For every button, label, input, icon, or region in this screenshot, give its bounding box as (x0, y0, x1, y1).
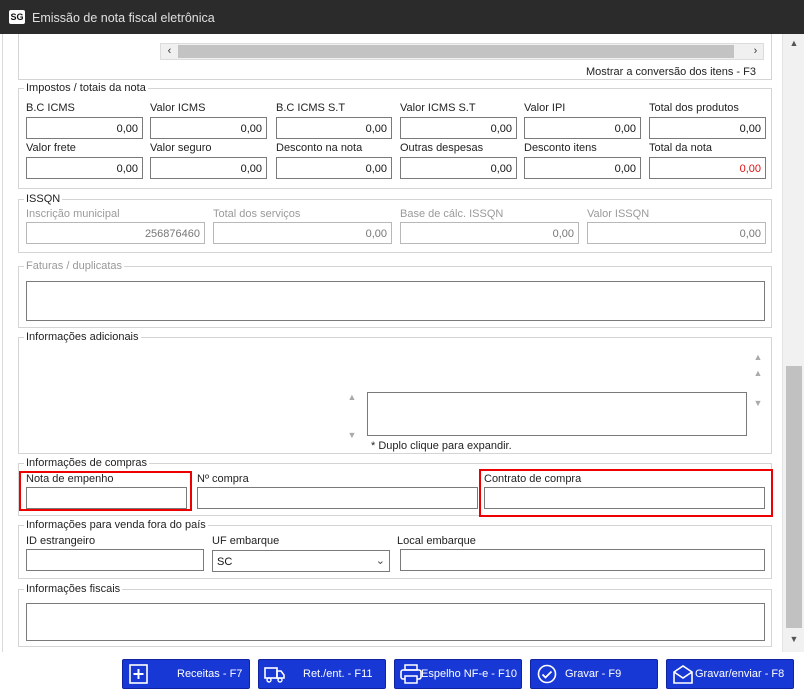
contrato-label: Contrato de compra (484, 473, 582, 485)
numero-compra-field[interactable] (197, 487, 478, 509)
check-circle-icon (537, 664, 557, 684)
issqn-legend: ISSQN (24, 193, 63, 205)
valor-issqn-field[interactable]: 0,00 (587, 222, 766, 244)
items-horizontal-scrollbar[interactable]: ‹ › (160, 43, 764, 60)
scroll-thumb[interactable] (786, 366, 802, 628)
espelho-button[interactable]: Espelho NF-e - F10 (394, 659, 522, 689)
nota-empenho-field[interactable] (26, 487, 187, 509)
bc-icms-st-label: B.C ICMS S.T (276, 102, 346, 114)
truck-icon (264, 667, 285, 683)
total-produtos-label: Total dos produtos (649, 102, 739, 114)
total-servicos-field[interactable]: 0,00 (213, 222, 392, 244)
contrato-field[interactable] (484, 487, 765, 509)
valor-seguro-label: Valor seguro (150, 142, 212, 154)
impostos-legend: Impostos / totais da nota (24, 82, 148, 94)
desconto-itens-label: Desconto itens (524, 142, 597, 154)
scroll-down-icon[interactable]: ▼ (750, 398, 766, 408)
printer-icon (400, 664, 422, 684)
gravar-enviar-button[interactable]: Gravar/enviar - F8 (666, 659, 794, 689)
valor-issqn-label: Valor ISSQN (587, 208, 650, 220)
scroll-down-icon[interactable]: ▼ (786, 632, 802, 646)
desconto-itens-field[interactable]: 0,00 (524, 157, 641, 179)
scroll-up-icon[interactable]: ▲ (344, 392, 360, 402)
gravar-button[interactable]: Gravar - F9 (530, 659, 658, 689)
receitas-label: Receitas - F7 (177, 668, 243, 680)
scroll-left-icon[interactable]: ‹ (162, 44, 177, 59)
valor-ipi-label: Valor IPI (524, 102, 566, 114)
valor-icms-label: Valor ICMS (150, 102, 206, 114)
total-produtos-field[interactable]: 0,00 (649, 117, 766, 139)
valor-icms-st-field[interactable]: 0,00 (400, 117, 517, 139)
compras-legend: Informações de compras (24, 457, 150, 469)
outras-despesas-label: Outras despesas (400, 142, 484, 154)
medical-plus-icon (129, 664, 148, 684)
app-logo: SG (9, 10, 25, 24)
fiscais-legend: Informações fiscais (24, 583, 123, 595)
numero-compra-label: Nº compra (197, 473, 249, 485)
gravar-label: Gravar - F9 (565, 668, 622, 680)
bc-icms-field[interactable]: 0,00 (26, 117, 143, 139)
exterior-legend: Informações para venda fora do país (24, 519, 208, 531)
bc-icms-st-field[interactable]: 0,00 (276, 117, 392, 139)
local-embarque-label: Local embarque (397, 535, 476, 547)
scroll-right-icon[interactable]: › (748, 44, 763, 59)
inscricao-municipal-label: Inscrição municipal (26, 208, 120, 220)
faturas-list[interactable] (26, 281, 765, 321)
valor-icms-field[interactable]: 0,00 (150, 117, 267, 139)
fiscais-textarea[interactable] (26, 603, 765, 641)
hscroll-thumb[interactable] (178, 45, 734, 58)
ret-ent-label: Ret./ent. - F11 (303, 668, 373, 680)
valor-ipi-field[interactable]: 0,00 (524, 117, 641, 139)
vertical-scrollbar[interactable]: ▲ ▼ (782, 34, 804, 652)
adicionais-legend: Informações adicionais (24, 331, 141, 343)
valor-frete-label: Valor frete (26, 142, 76, 154)
valor-frete-field[interactable]: 0,00 (26, 157, 143, 179)
conversion-link[interactable]: Mostrar a conversão dos itens - F3 (586, 66, 756, 78)
ret-ent-button[interactable]: Ret./ent. - F11 (258, 659, 386, 689)
mail-send-icon (673, 665, 693, 684)
window-title: Emissão de nota fiscal eletrônica (32, 11, 215, 25)
adicionais-textarea[interactable] (367, 392, 747, 436)
desconto-nota-label: Desconto na nota (276, 142, 363, 154)
base-calc-issqn-label: Base de cálc. ISSQN (400, 208, 504, 220)
uf-embarque-select[interactable]: SC ⌄ (212, 550, 390, 572)
faturas-legend: Faturas / duplicatas (24, 260, 124, 272)
outras-despesas-field[interactable]: 0,00 (400, 157, 517, 179)
nota-empenho-label: Nota de empenho (26, 473, 114, 485)
espelho-label: Espelho NF-e - F10 (421, 668, 517, 680)
id-estrangeiro-field[interactable] (26, 549, 204, 571)
total-nota-field[interactable]: 0,00 (649, 157, 766, 179)
gravar-enviar-label: Gravar/enviar - F8 (695, 668, 785, 680)
receitas-button[interactable]: Receitas - F7 (122, 659, 250, 689)
bc-icms-label: B.C ICMS (26, 102, 75, 114)
adicionais-right-scroll[interactable]: ▲ ▲ ▼ (750, 352, 766, 436)
uf-embarque-label: UF embarque (212, 535, 280, 547)
scroll-up-icon[interactable]: ▲ (750, 368, 766, 378)
scroll-up-icon[interactable]: ▲ (750, 352, 766, 362)
expand-hint: * Duplo clique para expandir. (371, 440, 512, 452)
base-calc-issqn-field[interactable]: 0,00 (400, 222, 579, 244)
adicionais-left-scroll[interactable]: ▲ ▼ (344, 392, 360, 448)
valor-icms-st-label: Valor ICMS S.T (400, 102, 476, 114)
desconto-nota-field[interactable]: 0,00 (276, 157, 392, 179)
local-embarque-field[interactable] (400, 549, 765, 571)
title-bar: SG Emissão de nota fiscal eletrônica (0, 0, 804, 34)
scroll-up-icon[interactable]: ▲ (786, 36, 802, 50)
id-estrangeiro-label: ID estrangeiro (26, 535, 96, 547)
inscricao-municipal-field[interactable]: 256876460 (26, 222, 205, 244)
total-nota-label: Total da nota (649, 142, 712, 154)
total-servicos-label: Total dos serviços (213, 208, 301, 220)
uf-embarque-value: SC (217, 556, 233, 568)
chevron-down-icon[interactable]: ⌄ (376, 554, 385, 567)
scroll-down-icon[interactable]: ▼ (344, 430, 360, 440)
valor-seguro-field[interactable]: 0,00 (150, 157, 267, 179)
